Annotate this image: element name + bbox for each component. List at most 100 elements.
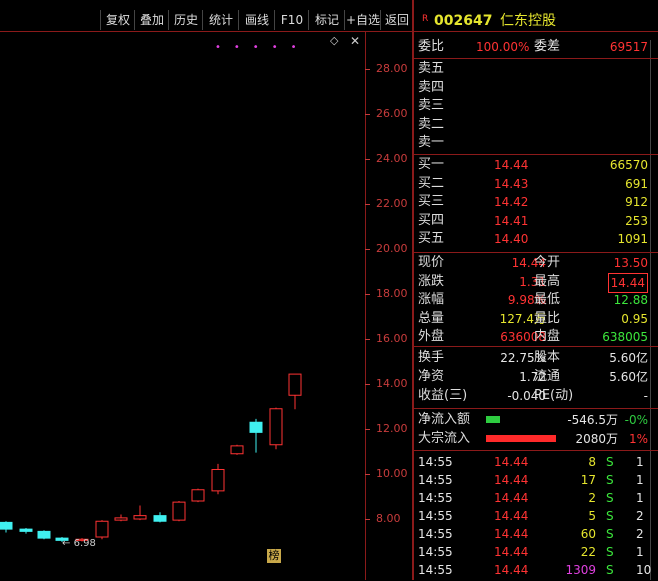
buy-price: 14.42 [494, 195, 529, 209]
fundamental-row: 换手 22.75% 股本 5.60亿 [414, 349, 658, 367]
candle-body [249, 421, 263, 433]
fundamental-value: 5.60亿 [609, 351, 648, 365]
tick-row[interactable]: 14:55 14.44 1309 S 10 [414, 561, 658, 579]
y-tick-label: 14.00 [376, 377, 408, 390]
y-tick-mark [365, 339, 370, 340]
quote-value: 12.88 [613, 293, 648, 307]
flow-row: 大宗流入 2080万 1% [414, 430, 658, 448]
toolbar-button[interactable]: 叠加 [134, 10, 169, 30]
quote-row: 总量 127.4万 量比 0.95 [414, 310, 658, 328]
sell-level-row: 卖三 [414, 97, 658, 115]
tick-side: S [606, 491, 614, 505]
candle-body [191, 489, 205, 502]
stock-header: R 002647 仁东控股 [414, 12, 658, 30]
tick-price: 14.44 [494, 509, 529, 523]
arrow-left-icon: ← [62, 538, 71, 549]
tick-row[interactable]: 14:55 14.44 2 S 1 [414, 489, 658, 507]
y-tick-label: 26.00 [376, 107, 408, 120]
tick-row[interactable]: 14:55 14.44 60 S 2 [414, 525, 658, 543]
buy-level-label: 买一 [418, 157, 445, 172]
candle-body [153, 515, 167, 522]
buy-price: 14.44 [494, 158, 529, 172]
toolbar-button[interactable]: 统计 [202, 10, 239, 30]
tick-row[interactable]: 14:55 14.44 17 S 1 [414, 471, 658, 489]
ranking-badge[interactable]: 榜 [267, 549, 281, 563]
tick-time: 14:55 [418, 491, 453, 505]
fundamental-label: PE(动) [534, 388, 574, 403]
tick-time: 14:55 [418, 473, 453, 487]
fundamental-row: 收益(三) -0.040 PE(动) - [414, 387, 658, 405]
tick-price: 14.44 [494, 455, 529, 469]
quote-value: 14.44 [607, 272, 648, 293]
fundamental-value: - [643, 389, 648, 403]
y-tick-mark [365, 519, 370, 520]
tick-price: 14.44 [494, 473, 529, 487]
toolbar-button[interactable]: 标记 [308, 10, 345, 30]
quote-label: 总量 [418, 310, 445, 326]
toolbar-button[interactable]: 复权 [100, 10, 135, 30]
quote-row: 涨跌 1.31 最高 14.44 [414, 272, 658, 293]
tick-row[interactable]: 14:55 14.44 22 S 1 [414, 543, 658, 561]
buy-level-row: 买二 14.43 691 [414, 175, 658, 193]
buy-level-row: 买五 14.40 1091 [414, 230, 658, 248]
buy-level-row: 买四 14.41 253 [414, 212, 658, 230]
toolbar-button[interactable]: +自选 [344, 10, 381, 30]
tick-side: S [606, 545, 614, 559]
fundamental-label: 净资 [418, 369, 445, 384]
quote-label: 外盘 [418, 329, 445, 344]
candle-body [0, 521, 13, 530]
buy-level-label: 买四 [418, 212, 445, 228]
quote-panel: R 002647 仁东控股 委比 100.00% 委差 69517 卖五 卖四 卖三… [414, 0, 658, 580]
toolbar-button[interactable]: F10 [274, 10, 309, 30]
y-tick-label: 10.00 [376, 467, 408, 480]
divider [414, 154, 658, 155]
y-tick-label: 18.00 [376, 287, 408, 300]
flow-label: 大宗流入 [418, 431, 471, 446]
tick-count: 2 [636, 527, 644, 541]
chart-toolbar: 复权 叠加 历史 统计 画线 F10 标记 +自选 返回 [0, 10, 412, 32]
candle-body [288, 373, 302, 396]
buy-volume: 691 [625, 176, 648, 191]
quote-value: 13.50 [613, 256, 648, 270]
y-tick-mark [365, 159, 370, 160]
tick-side: S [606, 455, 614, 469]
sell-level-row: 卖一 [414, 134, 658, 152]
tick-row[interactable]: 14:55 14.44 8 S 1 [414, 453, 658, 471]
y-tick-label: 8.00 [376, 512, 401, 525]
candle-body [211, 469, 225, 492]
sell-level-label: 卖五 [418, 61, 445, 76]
toolbar-button[interactable]: 返回 [380, 10, 413, 30]
tick-side: S [606, 563, 614, 577]
tick-volume: 5 [588, 509, 596, 523]
y-tick-mark [365, 384, 370, 385]
flow-label: 净流入额 [418, 412, 471, 427]
toolbar-button[interactable]: 画线 [238, 10, 275, 30]
buy-level-row: 买一 14.44 66570 [414, 156, 658, 174]
tick-price: 14.44 [494, 491, 529, 505]
sell-level-label: 卖二 [418, 116, 445, 132]
order-ratio-row: 委比 100.00% 委差 69517 [418, 39, 648, 54]
fundamental-row: 净资 1.72 流通 5.60亿 [414, 368, 658, 386]
quote-label: 内盘 [534, 329, 561, 344]
quote-label: 涨跌 [418, 273, 445, 289]
candle-body [230, 445, 244, 455]
flow-bar [486, 416, 500, 423]
tick-volume: 1309 [565, 563, 596, 577]
y-tick-mark [365, 114, 370, 115]
buy-price: 14.43 [494, 176, 529, 191]
toolbar-button[interactable]: 历史 [168, 10, 203, 30]
tick-row[interactable]: 14:55 14.44 5 S 2 [414, 507, 658, 525]
y-tick-mark [365, 69, 370, 70]
quote-label: 涨幅 [418, 292, 445, 307]
tick-time: 14:55 [418, 509, 453, 523]
candle-body [269, 408, 283, 446]
tick-time: 14:55 [418, 563, 453, 577]
tick-time: 14:55 [418, 545, 453, 559]
y-tick-label: 16.00 [376, 332, 408, 345]
tick-count: 1 [636, 545, 644, 559]
quote-row: 现价 14.44 今开 13.50 [414, 254, 658, 272]
y-tick-label: 12.00 [376, 422, 408, 435]
flow-value: 2080万 [575, 432, 618, 446]
tick-price: 14.44 [494, 545, 529, 559]
candle-body [172, 501, 186, 521]
